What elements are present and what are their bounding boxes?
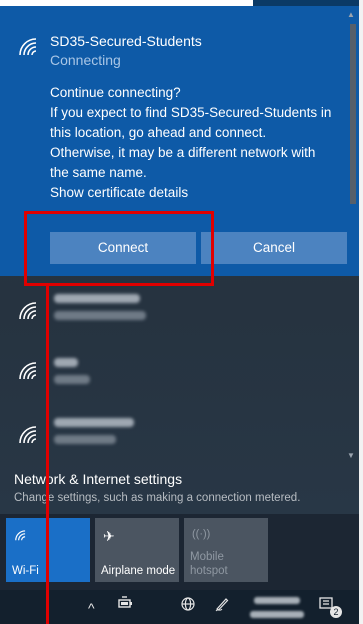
scroll-down-arrow[interactable]: ▼ <box>347 451 355 460</box>
wifi-icon <box>17 424 41 444</box>
show-hidden-icons-chevron[interactable]: ^ <box>88 598 95 618</box>
clock-time[interactable] <box>254 597 300 604</box>
airplane-mode-tile[interactable]: ✈ Airplane mode <box>95 518 179 582</box>
notification-badge: 2 <box>330 606 342 618</box>
network-status: Connecting <box>50 52 121 68</box>
network-ssid: SD35-Secured-Students <box>50 33 202 49</box>
hotspot-label-line2: hotspot <box>190 565 228 577</box>
network-settings-link[interactable]: Network & Internet settings <box>14 471 182 487</box>
network-list-item-status <box>54 311 146 320</box>
clock-date[interactable] <box>250 611 304 618</box>
scrollbar-thumb[interactable] <box>350 24 356 204</box>
network-list-item[interactable] <box>54 358 78 367</box>
prompt-heading: Continue connecting? <box>50 85 181 100</box>
network-list-item[interactable] <box>54 294 140 303</box>
prompt-text-1: If you expect to find SD35-Secured-Stude… <box>50 105 332 120</box>
highlight-pointer-line <box>46 286 49 624</box>
cancel-button[interactable]: Cancel <box>201 232 347 264</box>
mobile-hotspot-tile[interactable]: ((·)) Mobile hotspot <box>184 518 268 582</box>
wifi-icon <box>14 528 28 544</box>
network-settings-description: Change settings, such as making a connec… <box>14 492 301 504</box>
network-list-item-status <box>54 435 116 444</box>
network-list-item-status <box>54 375 90 384</box>
right-edge <box>359 0 363 624</box>
prompt-text-2: this location, go ahead and connect. <box>50 125 267 140</box>
wifi-icon <box>17 300 41 320</box>
scroll-up-arrow[interactable]: ▲ <box>347 10 355 19</box>
network-list-item[interactable] <box>54 418 134 427</box>
wifi-icon <box>17 36 41 56</box>
airplane-icon: ✈ <box>103 528 115 544</box>
wifi-tile-label: Wi-Fi <box>12 565 39 577</box>
globe-icon[interactable] <box>180 596 196 618</box>
wifi-icon <box>17 360 41 380</box>
prompt-text-3: Otherwise, it may be a different network… <box>50 145 316 160</box>
battery-icon[interactable] <box>117 596 133 616</box>
show-certificate-link[interactable]: Show certificate details <box>50 185 188 200</box>
highlight-box <box>24 211 214 286</box>
hotspot-label-line1: Mobile <box>190 551 224 563</box>
hotspot-tile-label: Mobile hotspot <box>190 550 228 578</box>
pen-icon[interactable] <box>214 596 230 618</box>
prompt-text-4: the same name. <box>50 165 147 180</box>
airplane-tile-label: Airplane mode <box>101 565 176 577</box>
hotspot-icon: ((·)) <box>192 528 211 540</box>
